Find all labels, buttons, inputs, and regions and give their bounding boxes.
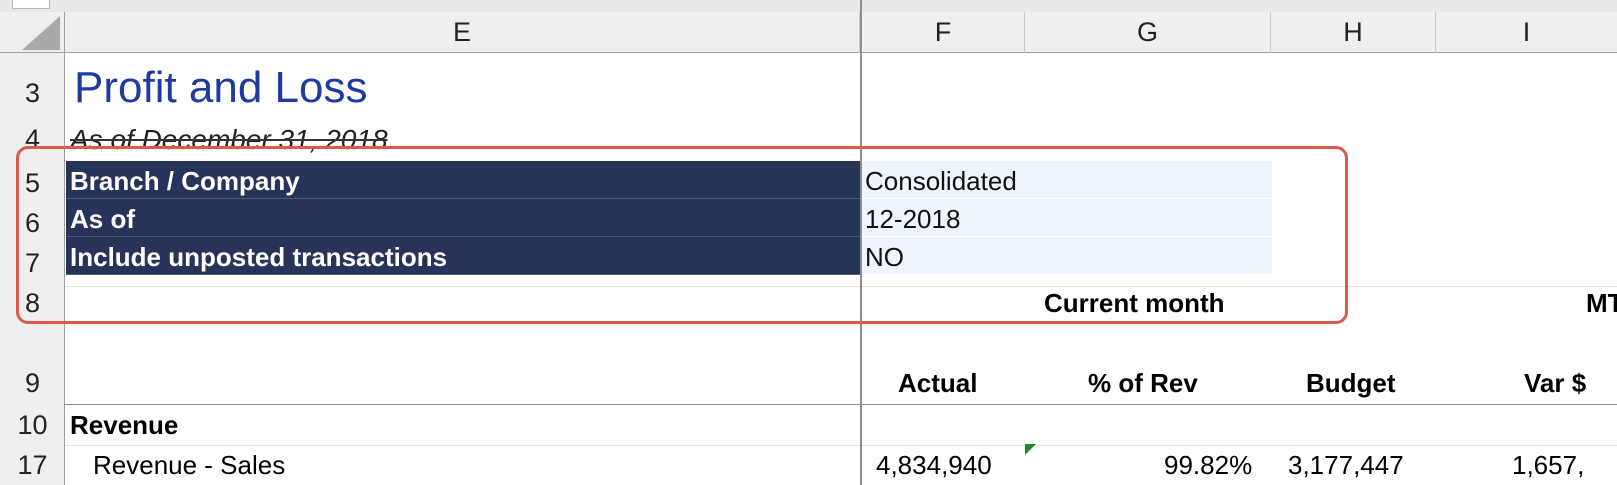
header-pct-rev[interactable]: % of Rev <box>1088 368 1198 399</box>
header-actual[interactable]: Actual <box>898 368 977 399</box>
header-budget[interactable]: Budget <box>1306 368 1396 399</box>
line-revenue-sales-label[interactable]: Revenue - Sales <box>93 450 285 481</box>
highlight-rectangle <box>16 146 1348 324</box>
row-header-17[interactable]: 17 <box>0 450 65 481</box>
freeze-pane-horizontal <box>65 404 1617 405</box>
column-header-e[interactable]: E <box>65 12 860 53</box>
select-all-triangle-icon <box>22 16 60 50</box>
report-title[interactable]: Profit and Loss <box>74 63 368 113</box>
row-header-10[interactable]: 10 <box>0 410 65 441</box>
line-revenue-sales-pct[interactable]: 99.82% <box>1164 450 1252 481</box>
group-revenue[interactable]: Revenue <box>70 410 178 441</box>
column-header-f[interactable]: F <box>862 12 1025 53</box>
formula-bar-box[interactable] <box>12 0 50 9</box>
section-header-mtd[interactable]: MT <box>1586 288 1617 319</box>
column-header-h[interactable]: H <box>1271 12 1436 53</box>
column-header-i[interactable]: I <box>1436 12 1617 53</box>
row-header-9[interactable]: 9 <box>0 368 65 399</box>
error-indicator-icon[interactable] <box>1025 444 1036 455</box>
line-revenue-sales-actual[interactable]: 4,834,940 <box>876 450 992 481</box>
column-header-g[interactable]: G <box>1025 12 1271 53</box>
header-var[interactable]: Var $ <box>1524 368 1586 399</box>
row-header-3[interactable]: 3 <box>0 78 65 109</box>
gridline <box>65 445 1617 446</box>
line-revenue-sales-var[interactable]: 1,657, <box>1512 450 1617 481</box>
line-revenue-sales-budget[interactable]: 3,177,447 <box>1288 450 1404 481</box>
formula-bar-strip <box>0 0 1617 12</box>
